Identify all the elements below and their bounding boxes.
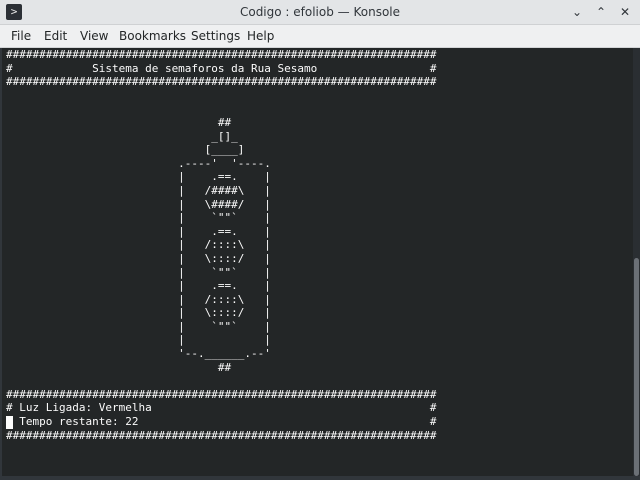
menu-help[interactable]: Help bbox=[247, 25, 274, 47]
scrollbar[interactable] bbox=[633, 48, 640, 476]
terminal-cursor bbox=[6, 416, 13, 429]
menu-edit[interactable]: Edit bbox=[44, 25, 67, 47]
menu-bar: File Edit View Bookmarks Settings Help bbox=[0, 25, 640, 48]
menu-file[interactable]: File bbox=[11, 25, 31, 47]
menu-settings[interactable]: Settings bbox=[191, 25, 240, 47]
menu-view[interactable]: View bbox=[80, 25, 108, 47]
window-border bbox=[0, 476, 640, 480]
menu-bookmarks[interactable]: Bookmarks bbox=[119, 25, 186, 47]
close-icon[interactable]: ✕ bbox=[616, 3, 634, 21]
window-titlebar[interactable]: > Codigo : efoliob — Konsole ⌄ ⌃ ✕ bbox=[0, 0, 640, 25]
window-title: Codigo : efoliob — Konsole bbox=[239, 5, 401, 19]
terminal-output[interactable]: ########################################… bbox=[2, 48, 633, 476]
scrollbar-thumb[interactable] bbox=[634, 258, 639, 476]
maximize-icon[interactable]: ⌃ bbox=[592, 3, 610, 21]
terminal-text: ########################################… bbox=[6, 48, 437, 442]
minimize-icon[interactable]: ⌄ bbox=[568, 3, 586, 21]
